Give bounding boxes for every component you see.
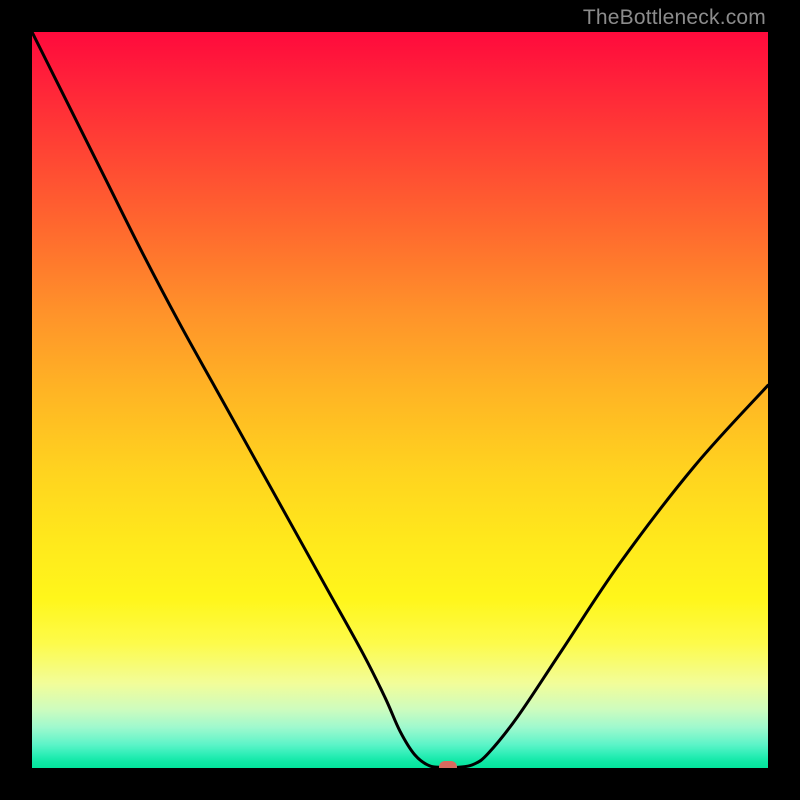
bottleneck-curve	[32, 32, 768, 768]
curve-svg	[32, 32, 768, 768]
optimal-point-marker	[439, 761, 457, 768]
plot-area	[32, 32, 768, 768]
chart-frame: TheBottleneck.com	[0, 0, 800, 800]
watermark-text: TheBottleneck.com	[583, 6, 766, 30]
